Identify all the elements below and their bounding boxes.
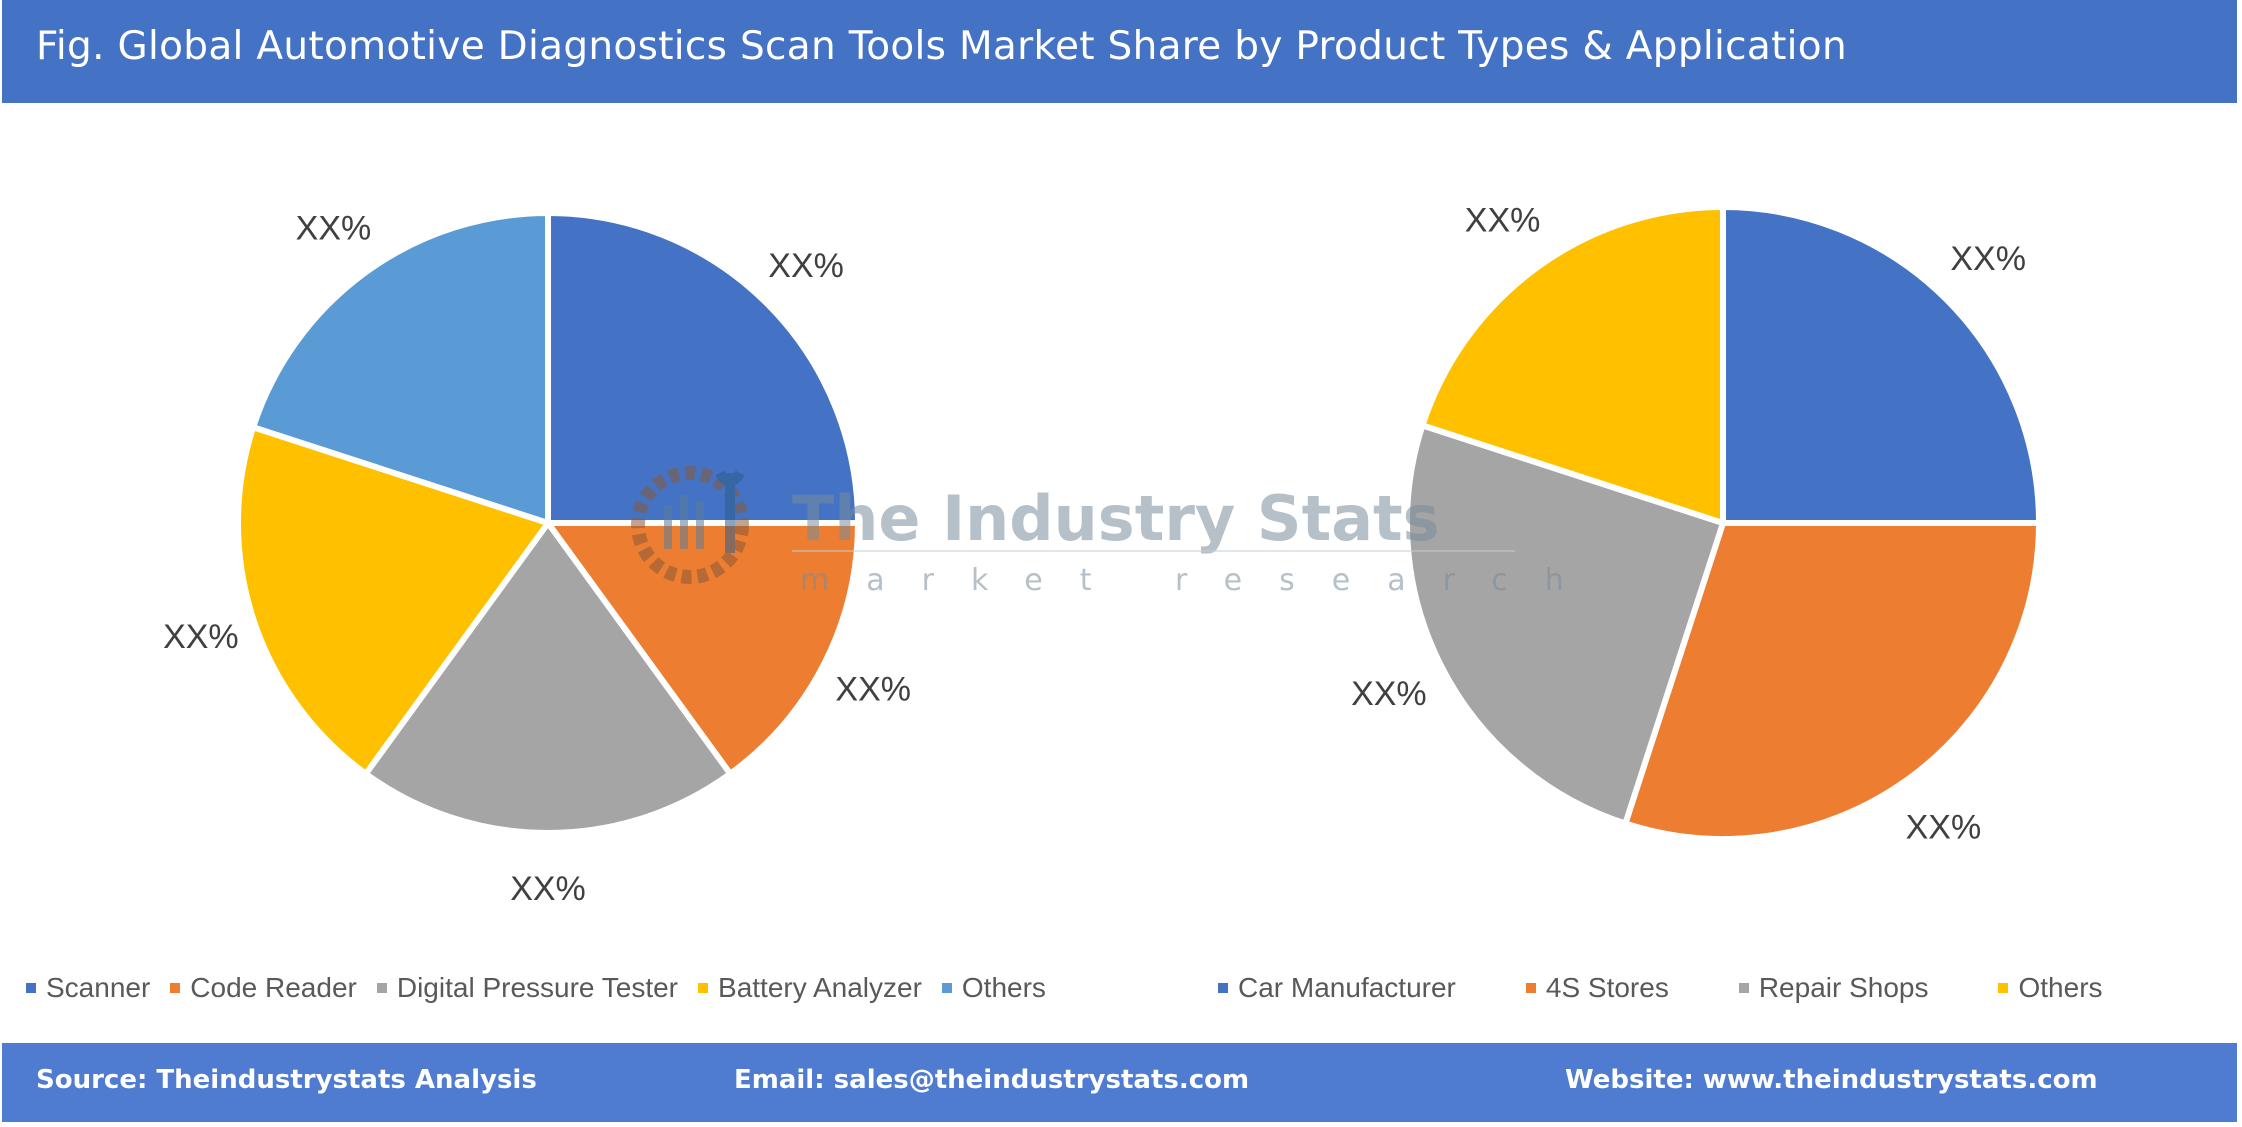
legend-item-code-reader: Code Reader — [170, 972, 357, 1004]
legend-swatch — [1525, 983, 1536, 993]
legend-label: Battery Analyzer — [718, 972, 922, 1003]
legend-label: Repair Shops — [1758, 972, 1929, 1003]
legend-item-4s-stores: 4S Stores — [1525, 972, 1669, 1004]
legend-product-types: Scanner Code Reader Digital Pressure Teste… — [26, 968, 1066, 1008]
legend-label: Digital Pressure Tester — [396, 972, 679, 1003]
legend-application: Car Manufacturer 4S Stores Repair Shops Oth… — [1218, 968, 2173, 1008]
legend-item-digital-pressure-tester: Digital Pressure Tester — [376, 972, 679, 1004]
legend-label: Car Manufacturer — [1238, 972, 1456, 1003]
legend-swatch — [170, 983, 181, 993]
legend-item-car-manufacturer: Car Manufacturer — [1218, 972, 1456, 1004]
legend-swatch — [941, 983, 952, 993]
legend-item-battery-analyzer: Battery Analyzer — [698, 972, 922, 1004]
data-label-others: XX% — [1465, 202, 1541, 240]
charts-area: XX% XX% XX% XX% XX% XX% XX% XX% XX% The Industr… — [163, 202, 2042, 908]
legend-label: Code Reader — [190, 972, 357, 1003]
data-label-battery-analyzer: XX% — [163, 618, 239, 656]
watermark-title: The Industry Stats — [792, 482, 1440, 555]
legend-item-scanner: Scanner — [26, 972, 150, 1004]
data-label-scanner: XX% — [768, 247, 844, 285]
legend-item-others: Others — [1998, 972, 2103, 1004]
legend-label: 4S Stores — [1545, 972, 1669, 1003]
legend-item-repair-shops: Repair Shops — [1738, 972, 1929, 1004]
legend-swatch — [1218, 983, 1228, 993]
legend-label: Others — [961, 972, 1046, 1003]
legend-label: Others — [2018, 972, 2103, 1003]
data-label-others: XX% — [296, 210, 372, 248]
watermark-subtitle: market research — [800, 563, 1601, 598]
footer-email[interactable]: Email: sales@theindustrystats.com — [734, 1065, 1249, 1095]
legend-swatch — [1738, 983, 1749, 993]
data-label-digital-pressure-tester: XX% — [510, 870, 586, 908]
legend-swatch — [26, 983, 36, 993]
pie-chart-product-types: XX% XX% XX% XX% XX% — [163, 210, 911, 908]
data-label-code-reader: XX% — [835, 671, 911, 709]
legend-swatch — [1998, 983, 2009, 993]
data-label-4s-stores: XX% — [1906, 808, 1982, 846]
legend-label: Scanner — [46, 972, 151, 1003]
pie-chart-application: XX% XX% XX% XX% — [1351, 202, 2042, 846]
footer-bar: Source: Theindustrystats Analysis Email:… — [2, 1043, 2237, 1122]
legend-swatch — [376, 983, 387, 993]
data-label-car-manufacturer: XX% — [1950, 240, 2026, 278]
title-bar: Fig. Global Automotive Diagnostics Scan … — [2, 0, 2237, 103]
footer-website[interactable]: Website: www.theindustrystats.com — [1565, 1065, 2098, 1095]
legend-item-others: Others — [941, 972, 1046, 1004]
chart-title: Fig. Global Automotive Diagnostics Scan … — [36, 24, 1847, 69]
footer-source: Source: Theindustrystats Analysis — [36, 1065, 537, 1095]
data-label-repair-shops: XX% — [1351, 675, 1427, 713]
legend-swatch — [698, 983, 709, 993]
